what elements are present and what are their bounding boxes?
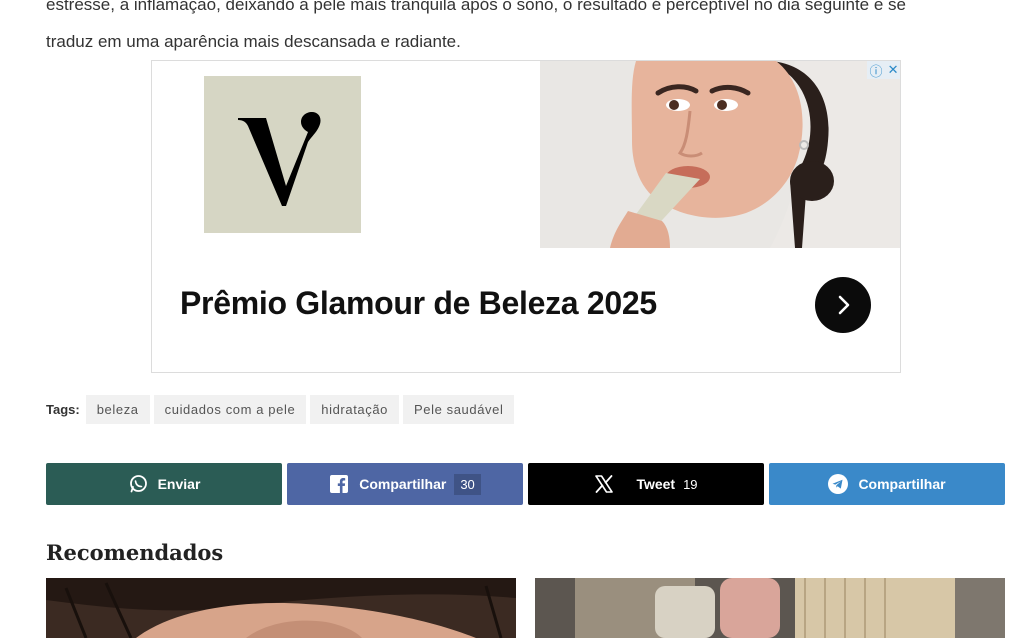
tags-row: Tags: beleza cuidados com a pele hidrata…	[46, 395, 518, 424]
tag-link[interactable]: beleza	[85, 395, 150, 424]
recommended-card-image	[535, 578, 1005, 638]
ad-headline[interactable]: Prêmio Glamour de Beleza 2025	[180, 285, 657, 322]
tag-link[interactable]: hidratação	[310, 395, 399, 424]
telegram-share-button[interactable]: Compartilhar	[769, 463, 1005, 505]
chevron-right-icon	[838, 295, 850, 315]
whatsapp-share-button[interactable]: Enviar	[46, 463, 282, 505]
recommended-heading: Recomendados	[46, 540, 224, 565]
facebook-share-count: 30	[454, 473, 481, 495]
x-tweet-button[interactable]: Tweet 19	[528, 463, 764, 505]
article-body-text: estresse, a inflamação, deixando a pele …	[46, 0, 986, 60]
article-line: traduz em uma aparência mais descansada …	[46, 32, 461, 51]
ad-choices[interactable]: ⓘ ✕	[867, 61, 900, 80]
facebook-share-button[interactable]: Compartilhar 30	[287, 463, 523, 505]
recommended-card-image	[46, 578, 516, 638]
tags-label: Tags:	[46, 402, 80, 417]
x-icon	[594, 474, 614, 494]
facebook-icon	[329, 474, 349, 494]
recommended-card[interactable]	[46, 578, 516, 638]
article-line: estresse, a inflamação, deixando a pele …	[46, 0, 906, 14]
ad-photo-woman-lipstick: ⓘ ✕	[540, 61, 900, 248]
close-icon[interactable]: ✕	[888, 62, 899, 78]
brand-logo-mark	[238, 112, 321, 206]
share-buttons: Enviar Compartilhar 30 Tweet 19 Comparti…	[46, 463, 1005, 505]
x-tweet-count: 19	[683, 476, 698, 492]
recommended-card[interactable]	[535, 578, 1005, 638]
whatsapp-share-label: Enviar	[157, 476, 201, 492]
tag-link[interactable]: cuidados com a pele	[153, 395, 307, 424]
whatsapp-icon	[128, 474, 148, 494]
advertisement-banner[interactable]: ⓘ ✕ Prêmio Glamour de Beleza 2025	[151, 60, 901, 373]
telegram-share-label: Compartilhar	[858, 476, 946, 492]
ad-next-button[interactable]	[815, 277, 871, 333]
telegram-icon	[828, 474, 849, 494]
info-icon[interactable]: ⓘ	[870, 61, 883, 80]
facebook-share-label: Compartilhar	[359, 476, 447, 492]
x-tweet-label: Tweet	[636, 476, 676, 492]
tag-link[interactable]: Pele saudável	[403, 395, 515, 424]
brand-logo	[204, 76, 361, 233]
